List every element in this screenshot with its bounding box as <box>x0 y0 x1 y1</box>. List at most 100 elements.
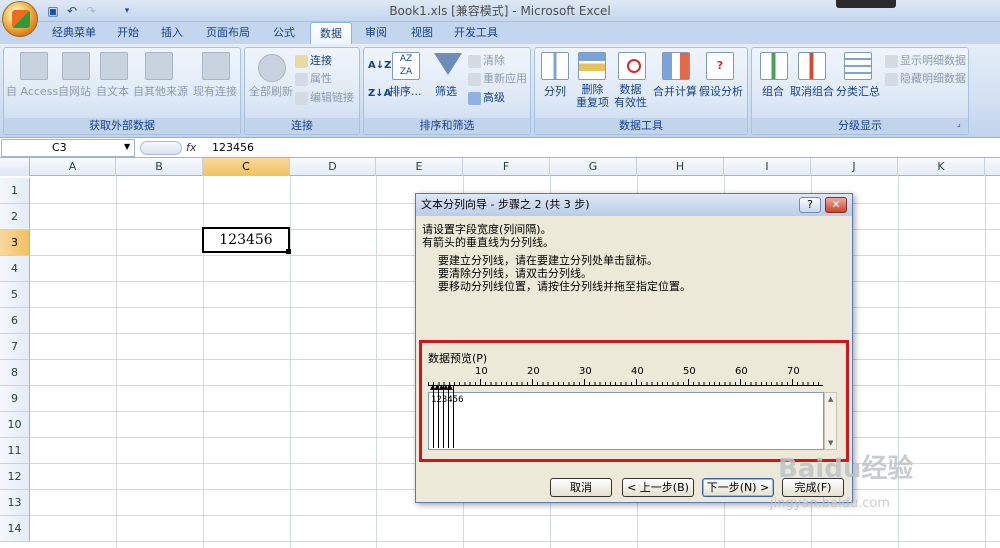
advanced-button[interactable]: 高级 <box>468 89 505 105</box>
connections-button[interactable]: 连接 <box>295 52 332 68</box>
ungroup-icon <box>798 52 826 80</box>
redo-icon[interactable]: ↷ <box>82 3 100 19</box>
column-header[interactable]: J <box>811 158 898 176</box>
what-if-analysis-button[interactable]: 假设分析 <box>699 83 743 99</box>
row-header[interactable]: 12 <box>0 464 30 490</box>
text-to-columns-button[interactable]: 分列 <box>544 83 566 99</box>
subtotal-button[interactable]: 分类汇总 <box>836 83 880 99</box>
row-header[interactable]: 4 <box>0 256 30 282</box>
fill-handle[interactable] <box>286 249 291 254</box>
refresh-all-button[interactable]: 全部刷新 <box>249 83 293 99</box>
show-detail-button[interactable]: 显示明细数据 <box>885 52 966 68</box>
column-header[interactable]: H <box>637 158 724 176</box>
sort-button[interactable]: 排序... <box>389 83 422 99</box>
group-label: 数据工具 <box>535 118 747 134</box>
filter-icon <box>434 53 462 75</box>
row-header[interactable]: 11 <box>0 438 30 464</box>
from-text-button[interactable]: 自文本 <box>96 83 129 99</box>
column-break-line[interactable] <box>433 386 434 448</box>
group-button[interactable]: 组合 <box>762 83 784 99</box>
row-header[interactable]: 8 <box>0 360 30 386</box>
name-box-dropdown-icon[interactable]: ▼ <box>124 142 130 151</box>
cancel-button[interactable]: 取消 <box>550 478 612 497</box>
row-header[interactable]: 2 <box>0 204 30 230</box>
column-header[interactable]: A <box>30 158 116 176</box>
ruler-label: 40 <box>631 366 644 377</box>
row-header[interactable]: 7 <box>0 334 30 360</box>
column-break-line[interactable] <box>448 386 449 448</box>
sort-desc-icon[interactable]: Z↓A <box>368 88 391 99</box>
row-header[interactable]: 3 <box>0 230 30 256</box>
column-header[interactable]: E <box>376 158 463 176</box>
reapply-icon <box>468 72 481 86</box>
advanced-label: 高级 <box>483 91 505 104</box>
row-header[interactable]: 1 <box>0 178 30 204</box>
undo-icon[interactable]: ↶ <box>63 3 81 19</box>
edit-links-button[interactable]: 编辑链接 <box>295 89 354 105</box>
column-header[interactable]: C <box>203 158 290 176</box>
active-cell-c3[interactable]: 123456 <box>202 227 290 253</box>
column-header[interactable]: G <box>550 158 637 176</box>
column-break-arrows: ▲▲▲▲▲ <box>430 383 453 391</box>
ungroup-button[interactable]: 取消组合 <box>790 83 834 99</box>
data-validation-button[interactable]: 数据 有效性 <box>614 83 647 109</box>
row-header[interactable]: 6 <box>0 308 30 334</box>
row-header[interactable]: 5 <box>0 282 30 308</box>
next-button[interactable]: 下一步(N) > <box>702 478 774 497</box>
select-all-corner[interactable] <box>0 158 30 176</box>
customize-icon[interactable]: ▾ <box>118 3 136 19</box>
column-header[interactable]: F <box>463 158 550 176</box>
column-break-line[interactable] <box>438 386 439 448</box>
save-icon[interactable]: ▣ <box>44 3 62 19</box>
tab-developer[interactable]: 开发工具 <box>446 22 506 44</box>
dialog-instruction-2: 有箭头的垂直线为分列线。 <box>422 236 554 249</box>
formula-bar-splitter[interactable] <box>140 141 182 155</box>
data-preview-window[interactable]: 123456 <box>428 392 824 450</box>
hide-detail-button[interactable]: 隐藏明细数据 <box>885 70 966 86</box>
row-header[interactable]: 13 <box>0 490 30 516</box>
show-detail-icon <box>885 54 898 68</box>
tab-formulas[interactable]: 公式 <box>264 22 304 44</box>
clear-button[interactable]: 清除 <box>468 52 505 68</box>
from-web-button[interactable]: 自网站 <box>58 83 91 99</box>
column-header[interactable]: D <box>290 158 376 176</box>
tab-view[interactable]: 视图 <box>402 22 442 44</box>
properties-button[interactable]: 属性 <box>295 70 332 86</box>
from-access-button[interactable]: 自 Access <box>6 83 58 99</box>
close-icon[interactable]: ✕ <box>825 197 847 213</box>
row-header[interactable]: 10 <box>0 412 30 438</box>
remove-duplicates-button[interactable]: 删除 重复项 <box>576 83 609 109</box>
column-break-line[interactable] <box>453 386 454 448</box>
tab-classic-menu[interactable]: 经典菜单 <box>44 22 104 44</box>
office-button[interactable] <box>2 1 38 37</box>
column-header[interactable]: I <box>724 158 811 176</box>
formula-input[interactable]: 123456 <box>212 139 254 157</box>
help-icon[interactable]: ? <box>799 197 821 213</box>
row-header[interactable]: 9 <box>0 386 30 412</box>
reapply-button[interactable]: 重新应用 <box>468 70 527 86</box>
tab-data[interactable]: 数据 <box>310 22 352 45</box>
tab-insert[interactable]: 插入 <box>152 22 192 44</box>
insert-function-icon[interactable]: fx <box>186 139 204 157</box>
row-header[interactable]: 14 <box>0 516 30 542</box>
existing-connections-button[interactable]: 现有连接 <box>193 83 237 99</box>
back-button[interactable]: < 上一步(B) <box>622 478 694 497</box>
column-ruler[interactable]: 10 20 30 40 50 60 70 <box>428 366 823 386</box>
sort-asc-icon[interactable]: A↓Z <box>368 60 391 71</box>
tab-home[interactable]: 开始 <box>108 22 148 44</box>
office-logo-icon <box>12 10 30 28</box>
watermark-url: jingyan.baidu.com <box>770 496 890 511</box>
tab-page-layout[interactable]: 页面布局 <box>198 22 258 44</box>
group-label: 连接 <box>245 118 359 134</box>
consolidate-icon <box>662 52 690 80</box>
column-header[interactable]: K <box>898 158 985 176</box>
connections-icon <box>295 54 308 68</box>
filter-button[interactable]: 筛选 <box>435 83 457 99</box>
dialog-launcher-icon[interactable]: ⌟ <box>957 119 967 129</box>
consolidate-button[interactable]: 合并计算 <box>653 83 697 99</box>
column-header[interactable]: B <box>116 158 203 176</box>
from-other-sources-button[interactable]: 自其他来源 <box>133 83 188 99</box>
tab-review[interactable]: 审阅 <box>356 22 396 44</box>
column-break-line[interactable] <box>443 386 444 448</box>
name-box[interactable]: C3 <box>1 139 135 157</box>
